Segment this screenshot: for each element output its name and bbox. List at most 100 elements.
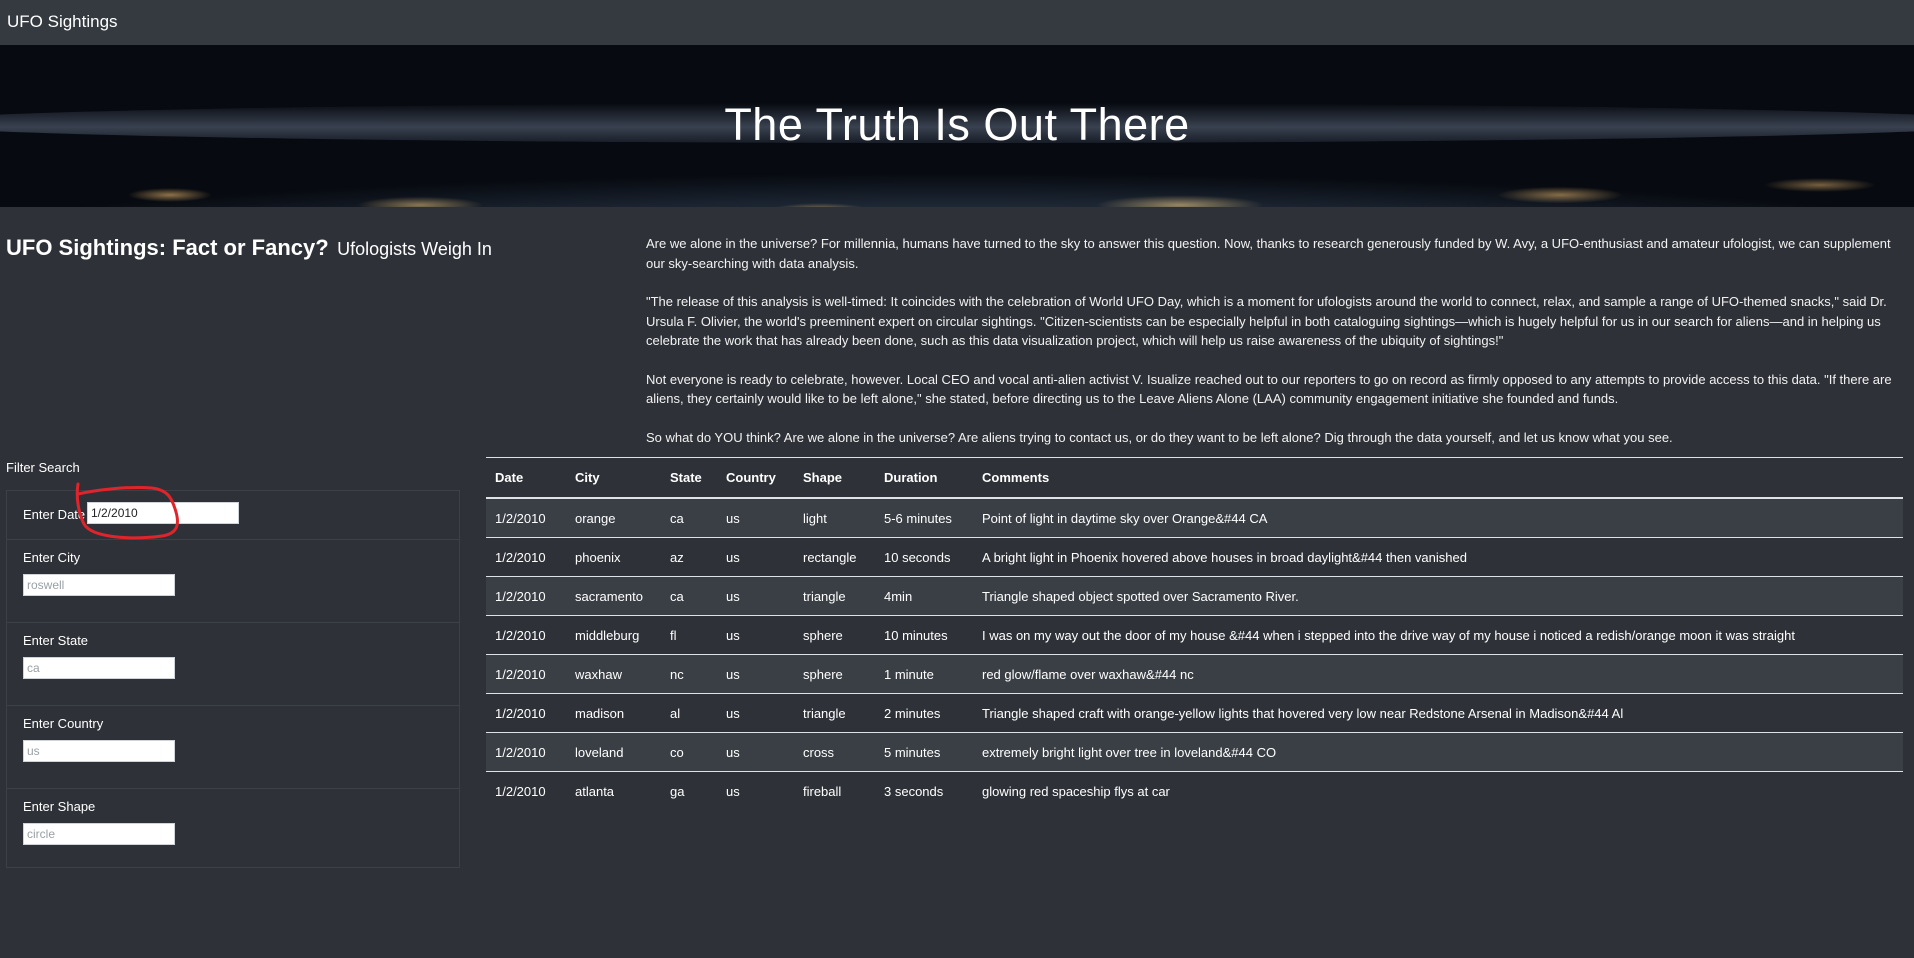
date-input[interactable] xyxy=(87,502,239,524)
cell-date: 1/2/2010 xyxy=(486,537,566,577)
filter-search-title: Filter Search xyxy=(6,460,80,475)
article-title: UFO Sightings: Fact or Fancy? xyxy=(6,235,329,260)
date-label: Enter Date xyxy=(23,507,86,522)
city-label: Enter City xyxy=(23,550,81,565)
cell-comments: A bright light in Phoenix hovered above … xyxy=(973,537,1903,577)
cell-state: ga xyxy=(670,783,685,799)
cell-date: 1/2/2010 xyxy=(486,693,566,733)
table-row: 1/2/2010 waxhaw nc us sphere 1 minute red glow… xyxy=(486,654,1903,694)
table-row: 1/2/2010 phoenix az us rectangle 10 seconds A … xyxy=(486,537,1903,577)
cell-state: al xyxy=(661,693,717,733)
cell-comments: glowing red spaceship flys at car xyxy=(982,783,1170,799)
shape-label: Enter Shape xyxy=(23,799,96,814)
filter-city-item: Enter City xyxy=(7,540,459,623)
state-label: Enter State xyxy=(23,633,89,648)
table-header-row: Date City State Country Shape Duration C… xyxy=(486,457,1903,499)
column-header-city: City xyxy=(566,457,661,499)
cell-city: phoenix xyxy=(566,537,661,577)
cell-state: ca xyxy=(661,576,717,616)
cell-state: az xyxy=(661,537,717,577)
cell-city: middleburg xyxy=(566,615,661,655)
table-row: 1/2/2010 orange ca us light 5-6 minutes Point … xyxy=(486,498,1903,538)
cell-state: co xyxy=(661,732,717,772)
cell-comments: I was on my way out the door of my house… xyxy=(973,615,1903,655)
article-heading: UFO Sightings: Fact or Fancy? Ufologists… xyxy=(6,235,492,261)
cell-city: sacramento xyxy=(566,576,661,616)
cell-city: orange xyxy=(566,498,661,538)
cell-shape: light xyxy=(794,498,875,538)
cell-country: us xyxy=(717,537,794,577)
article-subtitle: Ufologists Weigh In xyxy=(337,239,492,259)
table-row: 1/2/2010 atlanta ga us fireball 3 seconds glow… xyxy=(486,772,1903,811)
article-paragraph: So what do YOU think? Are we alone in th… xyxy=(646,429,1673,445)
cell-date: 1/2/2010 xyxy=(486,576,566,616)
country-input[interactable] xyxy=(23,740,175,762)
hero-banner: The Truth Is Out There xyxy=(0,45,1914,207)
cell-comments: extremely bright light over tree in love… xyxy=(973,732,1903,772)
column-header-country: Country xyxy=(717,457,794,499)
cell-duration: 2 minutes xyxy=(875,693,973,733)
cell-state: nc xyxy=(661,654,717,694)
cell-date: 1/2/2010 xyxy=(486,732,566,772)
cell-duration: 1 minute xyxy=(875,654,973,694)
table-row: 1/2/2010 madison al us triangle 2 minutes Tria… xyxy=(486,693,1903,733)
cell-shape: sphere xyxy=(794,615,875,655)
cell-country: us xyxy=(717,576,794,616)
cell-shape: sphere xyxy=(794,654,875,694)
column-header-comments: Comments xyxy=(973,457,1903,499)
state-input[interactable] xyxy=(23,657,175,679)
cell-state: ca xyxy=(661,498,717,538)
cell-duration: 10 minutes xyxy=(875,615,973,655)
cell-comments: Point of light in daytime sky over Orang… xyxy=(973,498,1903,538)
cell-state: fl xyxy=(661,615,717,655)
cell-country: us xyxy=(717,654,794,694)
cell-comments: Triangle shaped object spotted over Sacr… xyxy=(973,576,1903,616)
cell-city: atlanta xyxy=(575,783,615,799)
column-header-state: State xyxy=(661,457,717,499)
city-input[interactable] xyxy=(23,574,175,596)
article-body: Are we alone in the universe? For millen… xyxy=(646,234,1906,466)
column-header-shape: Shape xyxy=(794,457,875,499)
cell-duration: 10 seconds xyxy=(875,537,973,577)
cell-country: us xyxy=(717,498,794,538)
article-paragraph: Not everyone is ready to celebrate, howe… xyxy=(646,371,1892,407)
cell-city: loveland xyxy=(566,732,661,772)
cell-duration: 5-6 minutes xyxy=(875,498,973,538)
cell-comments: Triangle shaped craft with orange-yellow… xyxy=(973,693,1903,733)
cell-country: us xyxy=(717,693,794,733)
table-row: 1/2/2010 loveland co us cross 5 minutes extrem… xyxy=(486,732,1903,772)
table-row: 1/2/2010 middleburg fl us sphere 10 minutes I … xyxy=(486,615,1903,655)
filter-country-item: Enter Country xyxy=(7,706,459,789)
sightings-table-container: Date City State Country Shape Duration C… xyxy=(486,457,1903,810)
cell-duration: 5 minutes xyxy=(875,732,973,772)
cell-duration: 4min xyxy=(875,576,973,616)
filter-date-item: Enter Date xyxy=(7,491,459,540)
cell-shape: triangle xyxy=(794,693,875,733)
cell-shape: triangle xyxy=(794,576,875,616)
cell-date: 1/2/2010 xyxy=(495,783,546,799)
filter-shape-item: Enter Shape xyxy=(7,789,459,867)
cell-country: us xyxy=(717,615,794,655)
column-header-date: Date xyxy=(486,457,566,499)
cell-country: us xyxy=(717,732,794,772)
table-row: 1/2/2010 sacramento ca us triangle 4min Triang… xyxy=(486,576,1903,616)
cell-country: us xyxy=(726,783,740,799)
cell-duration: 3 seconds xyxy=(884,783,944,799)
country-label: Enter Country xyxy=(23,716,104,731)
cell-shape: cross xyxy=(794,732,875,772)
cell-date: 1/2/2010 xyxy=(486,654,566,694)
cell-shape: rectangle xyxy=(794,537,875,577)
cell-comments: red glow/flame over waxhaw&#44 nc xyxy=(973,654,1903,694)
cell-city: madison xyxy=(566,693,661,733)
sightings-table: Date City State Country Shape Duration C… xyxy=(486,457,1903,810)
cell-city: waxhaw xyxy=(566,654,661,694)
cell-date: 1/2/2010 xyxy=(486,615,566,655)
filter-panel: Enter Date Enter City Enter State Enter … xyxy=(6,490,460,868)
cell-date: 1/2/2010 xyxy=(486,498,566,538)
article-paragraph: Are we alone in the universe? For millen… xyxy=(646,236,1891,271)
navbar: UFO Sightings xyxy=(0,0,1914,45)
navbar-brand-link[interactable]: UFO Sightings xyxy=(7,12,118,32)
cell-shape: fireball xyxy=(803,783,842,799)
table-body: 1/2/2010 orange ca us light 5-6 minutes Point … xyxy=(486,498,1903,810)
shape-input[interactable] xyxy=(23,823,175,845)
